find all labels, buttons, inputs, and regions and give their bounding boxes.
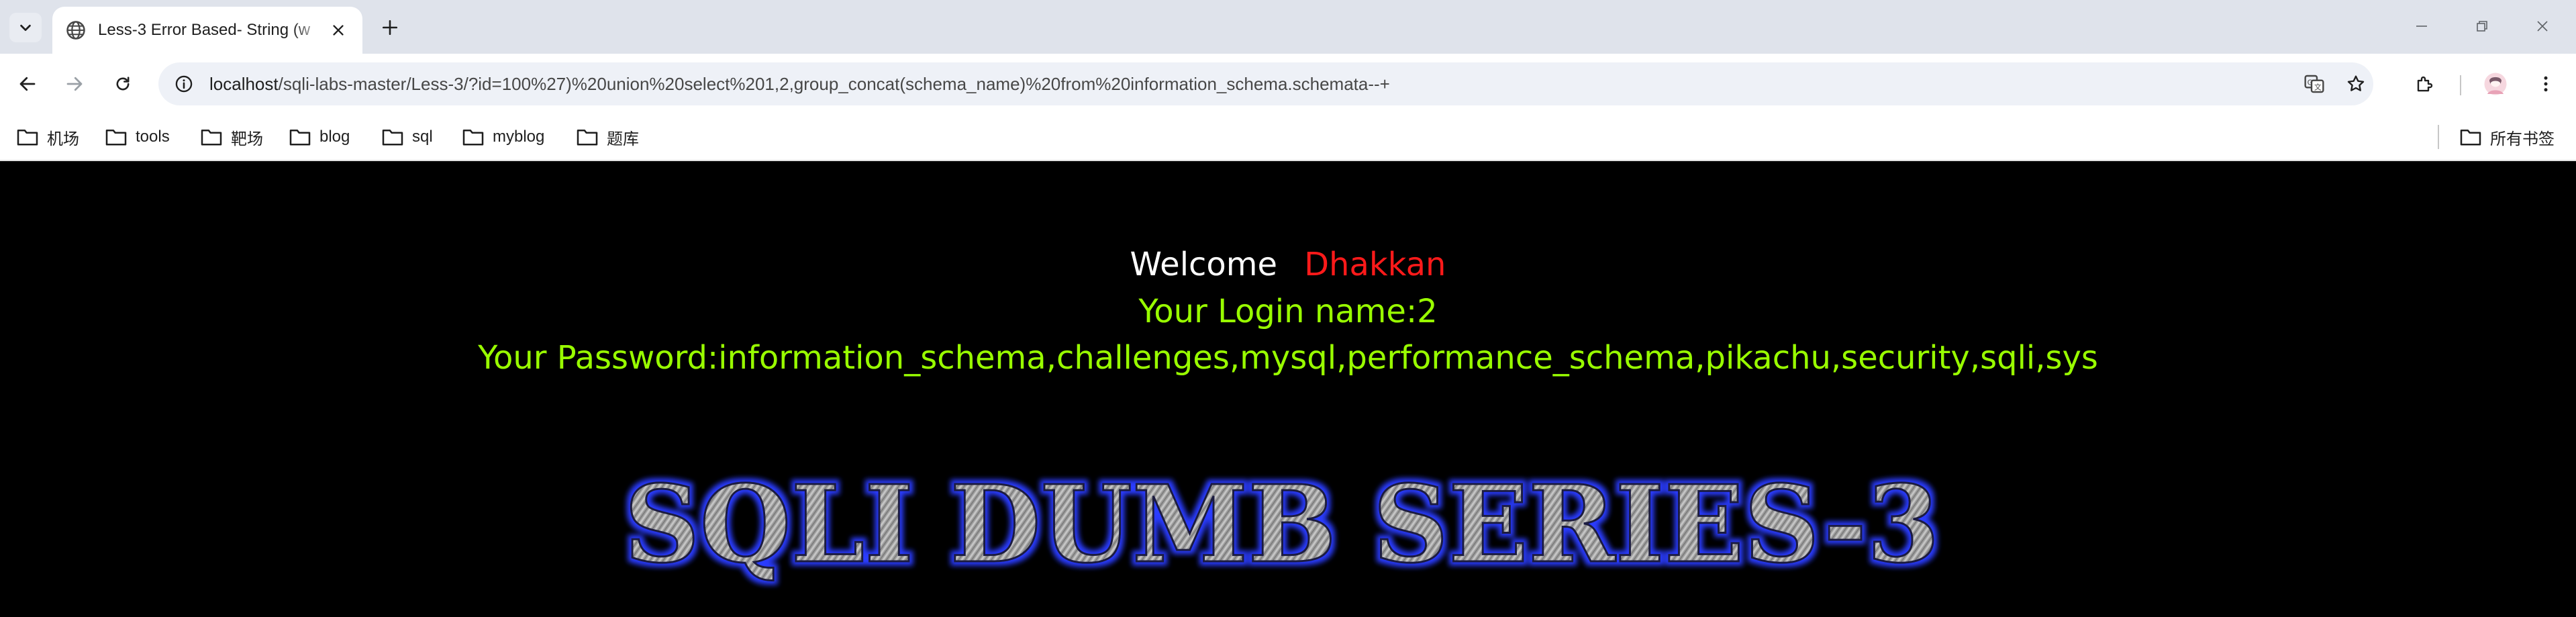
- address-bar[interactable]: localhost/sqli-labs-master/Less-3/?id=10…: [158, 62, 2373, 105]
- page-content: Welcome Dhakkan Your Login name:2 Your Pa…: [0, 162, 2576, 617]
- toolbar-divider: [2460, 75, 2461, 95]
- bookmark-folder-jichang[interactable]: 机场: [16, 124, 79, 150]
- bookmark-folder-tiku[interactable]: 题库: [576, 124, 639, 150]
- folder-icon: [289, 129, 311, 146]
- folder-icon: [201, 129, 222, 146]
- restore-button[interactable]: [2462, 9, 2502, 43]
- bookmark-label: sql: [412, 128, 433, 146]
- welcome-label: Welcome: [1130, 246, 1278, 283]
- extensions-button[interactable]: [2410, 68, 2440, 99]
- new-tab-button[interactable]: [376, 13, 404, 42]
- plus-icon: [382, 19, 398, 36]
- url-host: localhost: [209, 74, 279, 94]
- puzzle-icon: [2417, 76, 2433, 92]
- star-icon: [2347, 75, 2365, 91]
- welcome-name: Dhakkan: [1304, 246, 1446, 283]
- banner-text: SQLI DUMB SERIES-3: [624, 463, 1940, 587]
- bookmark-label: 题库: [607, 130, 639, 148]
- site-info-button[interactable]: [169, 69, 199, 99]
- bookmark-label: tools: [136, 128, 170, 146]
- folder-icon: [462, 129, 484, 146]
- close-window-button[interactable]: [2522, 9, 2563, 43]
- restore-icon: [2477, 21, 2487, 32]
- bookmark-folder-bachang[interactable]: 靶场: [200, 124, 263, 150]
- all-bookmarks-label: 所有书签: [2490, 130, 2555, 148]
- bookmark-label: 靶场: [231, 130, 263, 148]
- forward-button[interactable]: [59, 68, 90, 99]
- browser-toolbar: localhost/sqli-labs-master/Less-3/?id=10…: [0, 54, 2576, 114]
- close-icon: [333, 25, 344, 36]
- minimize-icon: [2416, 26, 2427, 27]
- folder-icon: [577, 129, 598, 146]
- translate-button[interactable]: G文: [2299, 69, 2329, 99]
- minimize-button[interactable]: [2401, 9, 2442, 43]
- url-text[interactable]: localhost/sqli-labs-master/Less-3/?id=10…: [209, 62, 1390, 105]
- password-line: Your Password:information_schema,challen…: [478, 339, 2098, 377]
- folder-icon: [382, 129, 403, 146]
- reload-icon: [116, 77, 130, 91]
- bookmark-label: myblog: [493, 128, 545, 146]
- login-name-line: Your Login name:2: [1138, 293, 1438, 330]
- chevron-down-icon: [20, 24, 31, 32]
- reload-button[interactable]: [107, 68, 138, 99]
- folder-icon: [17, 129, 38, 146]
- avatar: [2484, 73, 2507, 95]
- bookmark-folder-blog[interactable]: blog: [289, 124, 350, 150]
- translate-icon: G文: [2304, 75, 2324, 93]
- arrow-right-icon: [66, 77, 83, 91]
- sqli-dumb-series-banner: SQLI DUMB SERIES-3: [624, 462, 1941, 588]
- more-vert-icon: [2544, 76, 2548, 92]
- tab-close-button[interactable]: [326, 18, 350, 42]
- tab-strip: Less-3 Error Based- String (w: [0, 0, 2576, 54]
- menu-button[interactable]: [2530, 68, 2561, 99]
- url-path: /sqli-labs-master/Less-3/?id=100%27)%20u…: [278, 74, 1390, 94]
- bookmark-label: 机场: [47, 130, 79, 148]
- all-bookmarks-button[interactable]: 所有书签: [2459, 124, 2555, 150]
- bookmark-star-button[interactable]: [2341, 69, 2371, 99]
- close-window-icon: [2537, 21, 2548, 32]
- welcome-line: Welcome Dhakkan: [0, 246, 2576, 283]
- svg-text:文: 文: [2314, 83, 2322, 92]
- globe-icon: [66, 21, 85, 40]
- bookmark-folder-tools[interactable]: tools: [105, 124, 170, 150]
- bookmark-folder-sql[interactable]: sql: [381, 124, 433, 150]
- arrow-left-icon: [19, 77, 36, 91]
- bookmark-label: blog: [319, 128, 350, 146]
- profile-button[interactable]: [2480, 68, 2511, 99]
- bookmark-folder-myblog[interactable]: myblog: [462, 124, 544, 150]
- active-tab[interactable]: Less-3 Error Based- String (w: [52, 7, 362, 54]
- bookmarks-bar: 机场 tools 靶场 blog sql myblog 题库 所有书签: [0, 114, 2576, 161]
- bookmarks-divider: [2438, 125, 2439, 149]
- back-button[interactable]: [12, 68, 43, 99]
- folder-icon: [2460, 129, 2481, 146]
- info-icon: [175, 75, 193, 93]
- folder-icon: [105, 129, 127, 146]
- tab-search-button[interactable]: [9, 13, 42, 42]
- svg-text:G: G: [2308, 78, 2313, 87]
- tab-title: Less-3 Error Based- String (w: [98, 21, 311, 39]
